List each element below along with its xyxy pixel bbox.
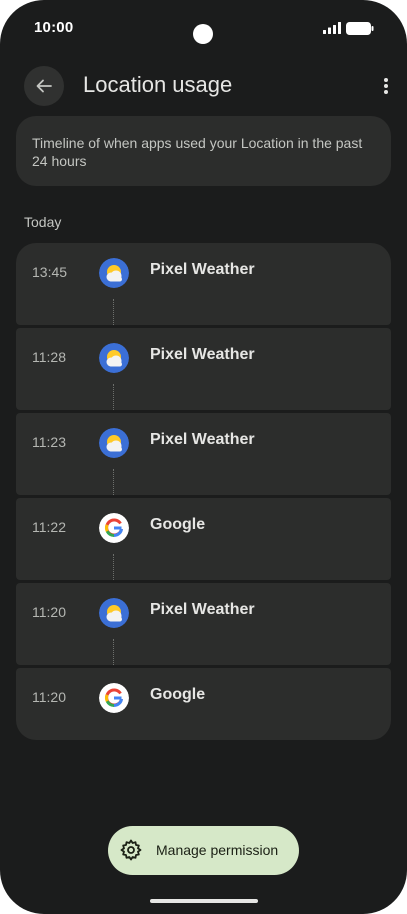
- entry-time: 13:45: [32, 264, 68, 280]
- timeline-connector: [113, 299, 116, 325]
- section-label-today: Today: [24, 214, 62, 230]
- info-text: Timeline of when apps used your Location…: [32, 135, 363, 169]
- home-indicator[interactable]: [150, 899, 258, 903]
- more-vert-icon: [384, 78, 388, 94]
- timeline-entry[interactable]: 13:45 Pixel Weather: [16, 243, 391, 325]
- timeline-connector: [113, 554, 116, 580]
- manage-permission-button[interactable]: Manage permission: [108, 826, 299, 875]
- entry-time: 11:23: [32, 434, 66, 450]
- pixel-weather-icon: [99, 598, 129, 628]
- entry-app-name: Pixel Weather: [150, 601, 255, 618]
- entry-time: 11:20: [32, 604, 66, 620]
- entry-time: 11:28: [32, 349, 66, 365]
- pixel-weather-icon: [99, 258, 129, 288]
- timeline-connector: [113, 384, 116, 410]
- status-bar: 10:00: [0, 0, 407, 56]
- timeline-connector: [113, 639, 116, 665]
- gear-icon: [120, 839, 142, 861]
- more-options-button[interactable]: [374, 72, 398, 100]
- google-icon: [99, 513, 129, 543]
- entry-app-name: Google: [150, 516, 206, 533]
- pixel-weather-icon: [99, 428, 129, 458]
- timeline-entry[interactable]: 11:20 Google: [16, 668, 391, 740]
- timeline-connector: [113, 469, 116, 495]
- timeline-entry[interactable]: 11:22 Google: [16, 498, 391, 580]
- entry-app-name: Google: [150, 686, 206, 703]
- phone-screen: 10:00 Location usage Timeline of when ap…: [0, 0, 407, 914]
- timeline-entry[interactable]: 11:23 Pixel Weather: [16, 413, 391, 495]
- signal-icon: [323, 22, 341, 34]
- battery-icon: [346, 22, 374, 35]
- info-card: Timeline of when apps used your Location…: [16, 116, 391, 186]
- entry-time: 11:22: [32, 519, 66, 535]
- manage-permission-label: Manage permission: [156, 842, 279, 858]
- back-button[interactable]: [24, 66, 64, 106]
- entry-app-name: Pixel Weather: [150, 346, 255, 363]
- arrow-back-icon: [36, 79, 52, 93]
- status-time: 10:00: [34, 19, 74, 36]
- entry-app-name: Pixel Weather: [150, 431, 255, 448]
- pixel-weather-icon: [99, 343, 129, 373]
- app-bar: Location usage: [0, 60, 407, 112]
- google-icon: [99, 683, 129, 713]
- camera-cutout: [193, 24, 213, 44]
- entry-app-name: Pixel Weather: [150, 261, 255, 278]
- page-title: Location usage: [83, 72, 233, 97]
- entry-time: 11:20: [32, 689, 66, 705]
- timeline-entry[interactable]: 11:20 Pixel Weather: [16, 583, 391, 665]
- timeline-entry[interactable]: 11:28 Pixel Weather: [16, 328, 391, 410]
